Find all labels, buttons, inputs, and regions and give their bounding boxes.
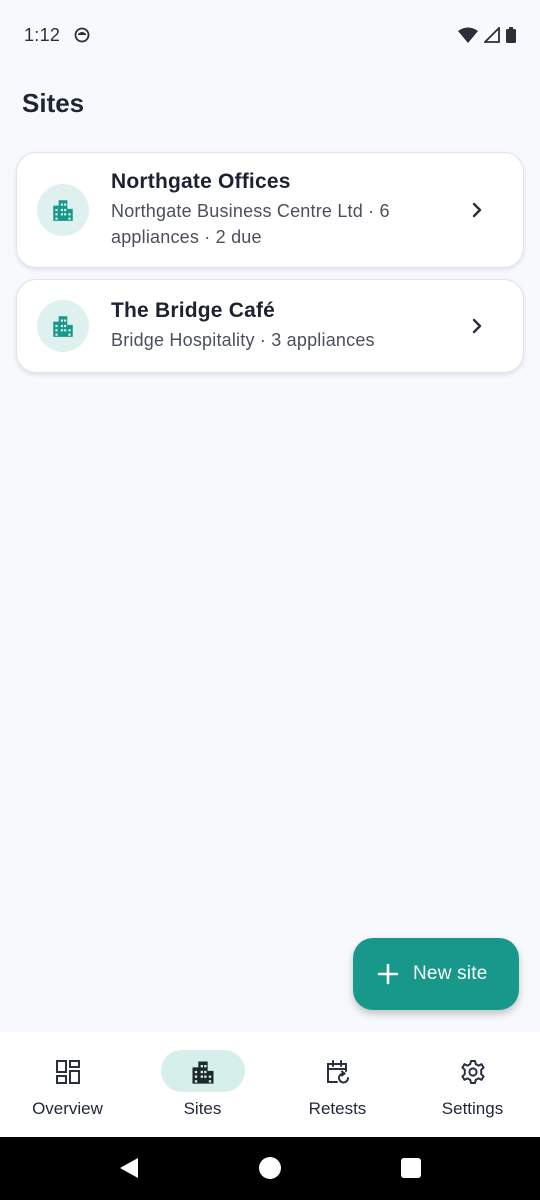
- building-icon: [192, 1061, 213, 1084]
- battery-icon: [506, 27, 516, 43]
- status-time: 1:12: [24, 24, 61, 45]
- page-title: Sites: [22, 88, 85, 118]
- recents-icon[interactable]: [401, 1158, 421, 1178]
- site-name: The Bridge Café: [111, 299, 276, 322]
- gear-icon: [460, 1060, 485, 1084]
- chevron-right-icon: [472, 202, 482, 218]
- nav-label: Sites: [183, 1099, 222, 1118]
- site-subtitle: Northgate Business Centre Ltd · 6 applia…: [111, 201, 390, 247]
- wifi-icon: [458, 27, 478, 43]
- site-card-northgate-offices[interactable]: Northgate Offices Northgate Business Cen…: [16, 152, 524, 268]
- site-avatar: [37, 300, 89, 352]
- building-icon: [53, 200, 73, 221]
- nav-item-retests[interactable]: Retests: [270, 1032, 405, 1137]
- plus-icon: [377, 963, 399, 985]
- site-subtitle: Bridge Hospitality · 3 appliances: [111, 330, 375, 350]
- nav-item-sites[interactable]: Sites: [135, 1032, 270, 1137]
- site-card-the-bridge-cafe[interactable]: The Bridge Café Bridge Hospitality · 3 a…: [16, 279, 524, 373]
- nav-item-overview[interactable]: Overview: [0, 1032, 135, 1137]
- new-site-label: New site: [413, 963, 488, 984]
- nav-label: Settings: [441, 1099, 504, 1118]
- nav-label: Retests: [308, 1099, 367, 1118]
- app-notification-icon: [74, 27, 90, 43]
- cell-signal-icon: [484, 27, 500, 43]
- site-name: Northgate Offices: [111, 170, 291, 193]
- nav-item-settings[interactable]: Settings: [405, 1032, 540, 1137]
- dashboard-icon: [55, 1060, 80, 1084]
- chevron-right-icon: [472, 318, 482, 334]
- back-icon[interactable]: [118, 1157, 140, 1179]
- calendar-refresh-icon: [326, 1060, 349, 1084]
- nav-label: Overview: [32, 1099, 103, 1118]
- site-avatar: [37, 184, 89, 236]
- bottom-navigation: Overview Sites Retests Settings: [0, 1032, 540, 1137]
- building-icon: [53, 316, 73, 337]
- home-icon[interactable]: [259, 1157, 281, 1179]
- new-site-button[interactable]: New site: [353, 938, 519, 1010]
- status-bar: 1:12: [0, 0, 540, 70]
- system-navigation-bar: [0, 1137, 540, 1200]
